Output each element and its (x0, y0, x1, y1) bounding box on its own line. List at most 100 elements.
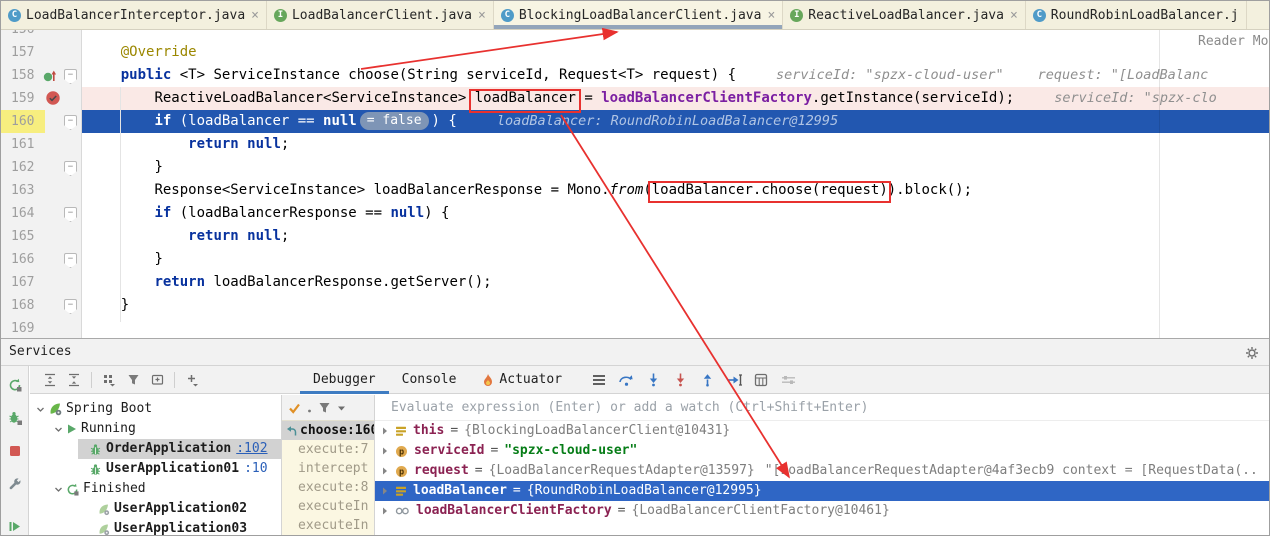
variable-row-request[interactable]: p request = {LoadBalancerRequestAdapter@135… (375, 461, 1269, 481)
fold-marker-icon[interactable]: − (64, 253, 77, 268)
evaluate-expression-input[interactable]: Evaluate expression (Enter) or add a wat… (375, 395, 1269, 421)
run-to-cursor-button[interactable] (722, 368, 746, 392)
debug-rerun-button[interactable] (3, 406, 27, 430)
fold-marker-icon[interactable]: − (64, 299, 77, 314)
code-text: ) { (424, 205, 450, 221)
tab-roundrobinloadbalancer-j[interactable]: C RoundRobinLoadBalancer.j (1026, 1, 1247, 29)
menu-button[interactable] (587, 368, 611, 392)
expand-chevron-icon[interactable] (381, 426, 389, 436)
fold-marker-icon[interactable]: − (64, 69, 77, 84)
step-over-button[interactable] (614, 368, 638, 392)
filter-icon[interactable] (318, 401, 331, 414)
variable-row-loadbalancer[interactable]: loadBalancer = {RoundRobinLoadBalancer@129… (375, 481, 1269, 501)
tab-loadbalancerinterceptor-java[interactable]: C LoadBalancerInterceptor.java × (1, 1, 267, 29)
close-icon[interactable]: × (478, 8, 486, 23)
code-line-166[interactable]: } (81, 248, 1269, 271)
chevron-down-icon[interactable] (53, 424, 64, 435)
stack-frame-choose-160[interactable]: choose:160 (282, 421, 374, 440)
collapse-all-button[interactable] (62, 368, 86, 392)
code-line-159[interactable]: ReactiveLoadBalancer<ServiceInstance> lo… (81, 87, 1269, 110)
code-line-164[interactable]: if (loadBalancerResponse == null) { (81, 202, 1269, 225)
code-line-158[interactable]: public <T> ServiceInstance choose(String… (81, 64, 1269, 87)
expand-chevron-icon[interactable] (381, 506, 389, 516)
stack-frame-executein[interactable]: executeIn (282, 497, 374, 516)
class-icon: C (1032, 8, 1046, 22)
variable-row-this[interactable]: this = {BlockingLoadBalancerClient@10431} (375, 421, 1269, 441)
code-editor[interactable]: 156 157 158−159 160−161 162−163 164−165 166−16… (1, 29, 1269, 338)
tree-item-finished[interactable]: Finished (30, 479, 281, 499)
stop-button[interactable] (3, 439, 27, 463)
tab-console[interactable]: Console (389, 366, 470, 394)
tree-item-orderapplication[interactable]: OrderApplication:102 (30, 439, 281, 459)
tree-item-running[interactable]: Running (30, 419, 281, 439)
group-by-button[interactable] (97, 368, 121, 392)
layout-settings-button[interactable] (776, 368, 800, 392)
line-number: 160 (11, 114, 35, 129)
editor-tab-bar: C LoadBalancerInterceptor.java × I LoadBalan… (1, 1, 1269, 30)
breakpoint-icon[interactable] (45, 90, 61, 111)
code-line-160[interactable]: if (loadBalancer == null = false) {loadBa… (81, 110, 1269, 133)
tree-item-userapplication03[interactable]: UserApplication03 (30, 519, 281, 535)
code-line-167[interactable]: return loadBalancerResponse.getServer(); (81, 271, 1269, 294)
fold-marker-icon[interactable]: − (64, 115, 77, 130)
line-number: 168 (11, 298, 35, 313)
tree-item-userapplication01[interactable]: UserApplication01:10 (30, 459, 281, 479)
force-step-into-button[interactable] (668, 368, 692, 392)
fold-marker-icon[interactable]: − (64, 161, 77, 176)
tab-actuator[interactable]: Actuator (469, 366, 575, 394)
tree-item-spring-boot[interactable]: Spring Boot (30, 399, 281, 419)
tab-debugger[interactable]: Debugger (300, 366, 389, 394)
code-line-157[interactable]: @Override (81, 41, 1269, 64)
stack-frame-intercept[interactable]: intercept (282, 459, 374, 478)
code-line-156[interactable] (81, 29, 1269, 41)
step-into-button[interactable] (641, 368, 665, 392)
stack-frame-execute-7[interactable]: execute:7 (282, 440, 374, 459)
evaluate-button[interactable] (749, 368, 773, 392)
fold-marker-icon[interactable]: − (64, 207, 77, 222)
inline-debug-hint: loadBalancer: RoundRobinLoadBalancer@129… (496, 113, 839, 129)
code-line-168[interactable]: } (81, 294, 1269, 317)
tab-reactiveloadbalancer-java[interactable]: I ReactiveLoadBalancer.java × (783, 1, 1026, 29)
filter-button[interactable] (121, 368, 145, 392)
step-out-icon (701, 372, 714, 387)
stack-frame-executein[interactable]: executeIn (282, 516, 374, 535)
class-icon: C (8, 8, 21, 22)
variable-row-serviceid[interactable]: p serviceId = "spzx-cloud-user" (375, 441, 1269, 461)
chevron-down-icon[interactable] (53, 484, 64, 495)
expand-all-button[interactable] (38, 368, 62, 392)
service-port-link[interactable]: :102 (236, 439, 267, 459)
code-line-169[interactable] (81, 317, 1269, 338)
code-text: null (247, 228, 281, 244)
code-line-165[interactable]: return null; (81, 225, 1269, 248)
class-icon: C (500, 8, 514, 22)
check-icon[interactable] (288, 402, 301, 414)
rerun-button[interactable] (3, 373, 27, 397)
close-icon[interactable]: × (251, 8, 259, 23)
override-icon[interactable] (43, 67, 58, 89)
close-icon[interactable]: × (767, 8, 775, 23)
expand-chevron-icon[interactable] (381, 466, 389, 476)
resume-button[interactable] (3, 514, 27, 535)
new-frame-button[interactable] (145, 368, 169, 392)
expand-chevron-icon[interactable] (381, 486, 389, 496)
dot-icon[interactable] (307, 403, 312, 413)
stack-frame-execute-8[interactable]: execute:8 (282, 478, 374, 497)
code-line-163[interactable]: Response<ServiceInstance> loadBalancerRe… (81, 179, 1269, 202)
close-icon[interactable]: × (1010, 8, 1018, 23)
add-button[interactable] (180, 368, 204, 392)
reader-mode-toggle[interactable]: Reader Mod (1198, 34, 1269, 49)
tree-item-userapplication02[interactable]: UserApplication02 (30, 499, 281, 519)
dropdown-arrow-icon[interactable] (337, 404, 346, 412)
chevron-down-icon[interactable] (35, 404, 46, 415)
code-line-161[interactable]: return null; (81, 133, 1269, 156)
step-out-button[interactable] (695, 368, 719, 392)
gear-icon[interactable] (1245, 346, 1259, 360)
variable-row-loadbalancerclientfactory[interactable]: loadBalancerClientFactory = {LoadBalancerC… (375, 501, 1269, 521)
code-text: ; (280, 228, 290, 244)
tab-loadbalancerclient-java[interactable]: I LoadBalancerClient.java × (267, 1, 494, 29)
wrench-button[interactable] (3, 472, 27, 496)
expand-chevron-icon[interactable] (381, 446, 389, 456)
code-line-162[interactable]: } (81, 156, 1269, 179)
tab-blockingloadbalancerclient-java[interactable]: C BlockingLoadBalancerClient.java × (493, 1, 784, 29)
